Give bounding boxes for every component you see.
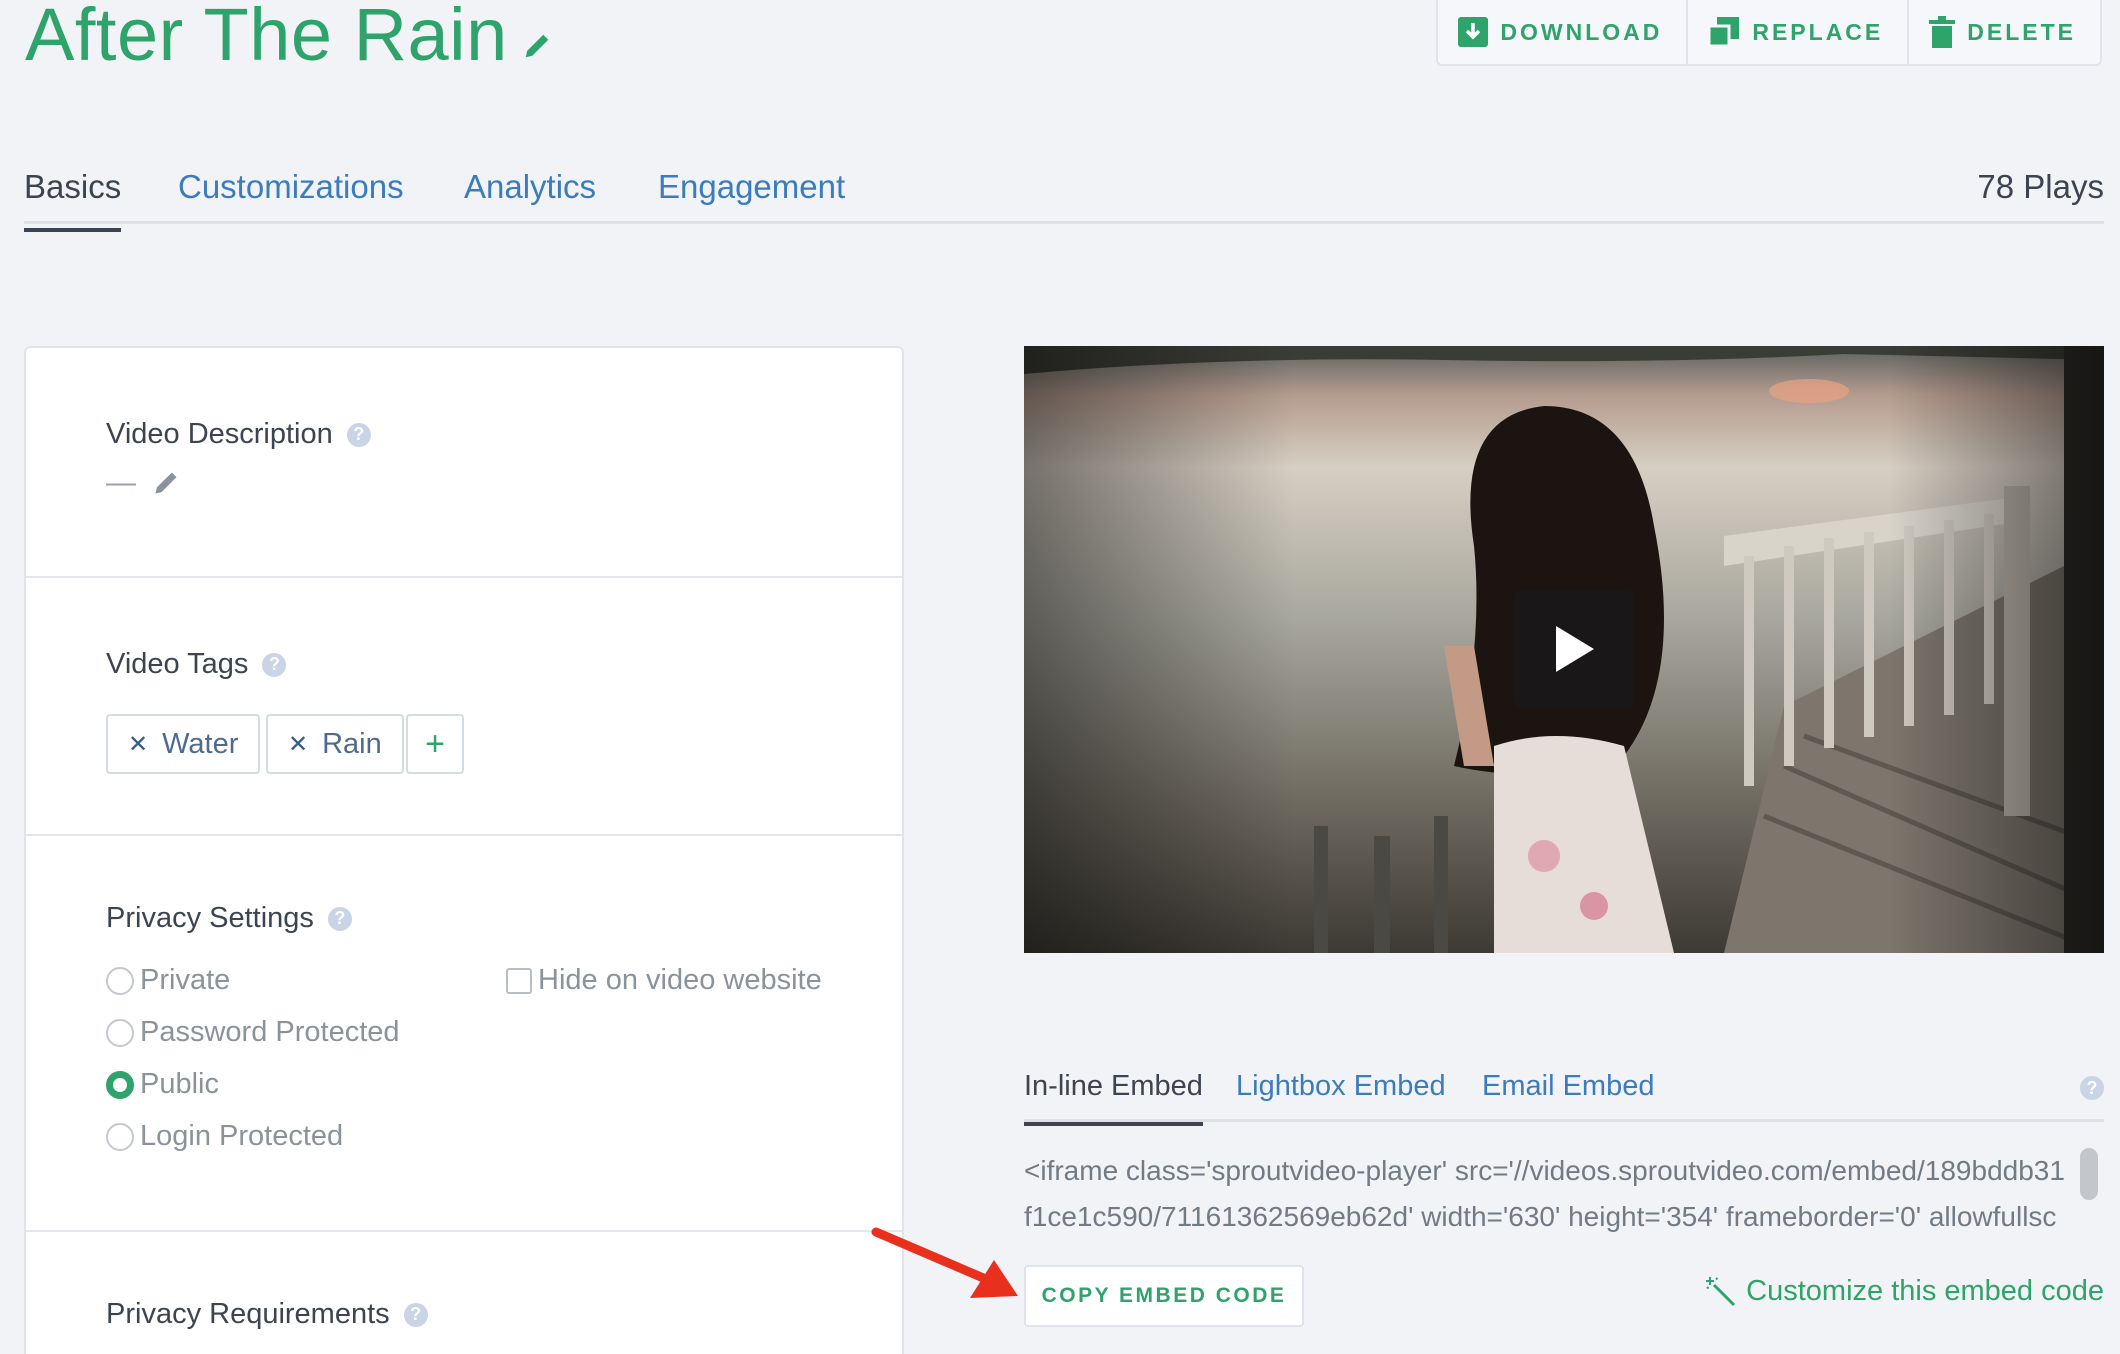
page-title: After The Rain [25, 0, 552, 77]
privacy-option-public[interactable]: Public [106, 1068, 219, 1101]
video-player[interactable] [1024, 346, 2104, 953]
help-icon[interactable]: ? [2080, 1076, 2104, 1100]
tab-inline-embed[interactable]: In-line Embed [1024, 1070, 1203, 1126]
customize-embed-label: Customize this embed code [1746, 1275, 2104, 1307]
tags-label: Video Tags ? [106, 648, 287, 681]
tag-water[interactable]: ✕ Water [106, 714, 261, 774]
video-title: After The Rain [25, 0, 508, 76]
privacy-option-private[interactable]: Private [106, 964, 230, 997]
tab-customizations[interactable]: Customizations [178, 168, 404, 206]
privacy-label: Privacy Settings ? [106, 902, 352, 935]
magic-wand-icon [1706, 1276, 1736, 1306]
tab-lightbox-embed[interactable]: Lightbox Embed [1236, 1070, 1446, 1103]
delete-button[interactable]: DELETE [1909, 0, 2100, 64]
privacy-label-text: Privacy Settings [106, 902, 314, 934]
tab-analytics[interactable]: Analytics [464, 168, 596, 206]
play-icon [1556, 626, 1594, 672]
radio-button-selected[interactable] [106, 1070, 134, 1099]
tab-engagement[interactable]: Engagement [658, 168, 845, 206]
description-value[interactable]: — [106, 466, 180, 500]
privacy-option-label: Public [140, 1068, 219, 1100]
requirements-section: Privacy Requirements ? [26, 1232, 902, 1354]
requirements-label: Privacy Requirements ? [106, 1298, 428, 1331]
download-icon [1458, 17, 1489, 47]
tab-basics[interactable]: Basics [24, 168, 122, 232]
embed-code-textarea[interactable]: <iframe class='sproutvideo-player' src='… [1024, 1148, 2072, 1240]
replace-label: REPLACE [1752, 18, 1884, 45]
play-button[interactable] [1514, 590, 1634, 708]
play-count: 78 Plays [1977, 168, 2104, 205]
edit-title-pencil-icon[interactable] [522, 31, 552, 61]
help-icon[interactable]: ? [403, 1302, 428, 1327]
video-settings-panel: Video Description ? — Video Tags ? ✕ Wat… [24, 346, 904, 1354]
add-tag-button[interactable]: + [406, 714, 464, 774]
help-icon[interactable]: ? [346, 422, 371, 447]
privacy-option-password[interactable]: Password Protected [106, 1016, 400, 1049]
description-label: Video Description ? [106, 418, 371, 451]
privacy-option-label: Private [140, 964, 231, 996]
radio-button[interactable] [106, 1018, 134, 1047]
hide-on-website-checkbox[interactable]: Hide on video website [506, 964, 822, 997]
remove-tag-icon[interactable]: ✕ [128, 730, 148, 759]
remove-tag-icon[interactable]: ✕ [288, 730, 308, 759]
embed-code-scrollbar[interactable] [2080, 1148, 2098, 1200]
embed-tabs: In-line Embed Lightbox Embed Email Embed… [1024, 1070, 2104, 1126]
privacy-option-label: Password Protected [140, 1016, 400, 1048]
help-icon[interactable]: ? [327, 906, 352, 931]
tag-label: Water [162, 727, 239, 760]
description-section: Video Description ? — [26, 348, 902, 578]
tag-rain[interactable]: ✕ Rain [266, 714, 404, 774]
radio-button[interactable] [106, 1122, 134, 1151]
tag-label: Rain [322, 727, 382, 760]
download-label: DOWNLOAD [1500, 18, 1663, 45]
main-tabs: Basics Customizations Analytics Engageme… [24, 168, 2104, 232]
copy-embed-code-button[interactable]: COPY EMBED CODE [1024, 1265, 1304, 1327]
download-button[interactable]: DOWNLOAD [1438, 0, 1689, 64]
checkbox[interactable] [506, 967, 532, 994]
radio-button[interactable] [106, 966, 134, 995]
delete-label: DELETE [1967, 18, 2076, 45]
privacy-option-login[interactable]: Login Protected [106, 1120, 343, 1153]
tags-label-text: Video Tags [106, 648, 249, 680]
privacy-section: Privacy Settings ? Private Password Prot… [26, 836, 902, 1232]
requirements-label-text: Privacy Requirements [106, 1298, 390, 1330]
edit-description-pencil-icon[interactable] [152, 469, 180, 497]
privacy-option-label: Login Protected [140, 1120, 344, 1152]
help-icon[interactable]: ? [262, 652, 287, 677]
tab-email-embed[interactable]: Email Embed [1482, 1070, 1654, 1103]
replace-button[interactable]: REPLACE [1688, 0, 1910, 64]
trash-icon [1929, 16, 1956, 48]
checkbox-label: Hide on video website [538, 964, 822, 996]
video-actions-toolbar: DOWNLOAD REPLACE DELETE [1436, 0, 2102, 66]
replace-icon [1708, 17, 1740, 47]
customize-embed-link[interactable]: Customize this embed code [1706, 1275, 2104, 1308]
annotation-arrow-icon [871, 1227, 1018, 1298]
description-label-text: Video Description [106, 418, 333, 450]
tags-section: Video Tags ? ✕ Water ✕ Rain + [26, 578, 902, 836]
description-text: — [106, 466, 136, 499]
